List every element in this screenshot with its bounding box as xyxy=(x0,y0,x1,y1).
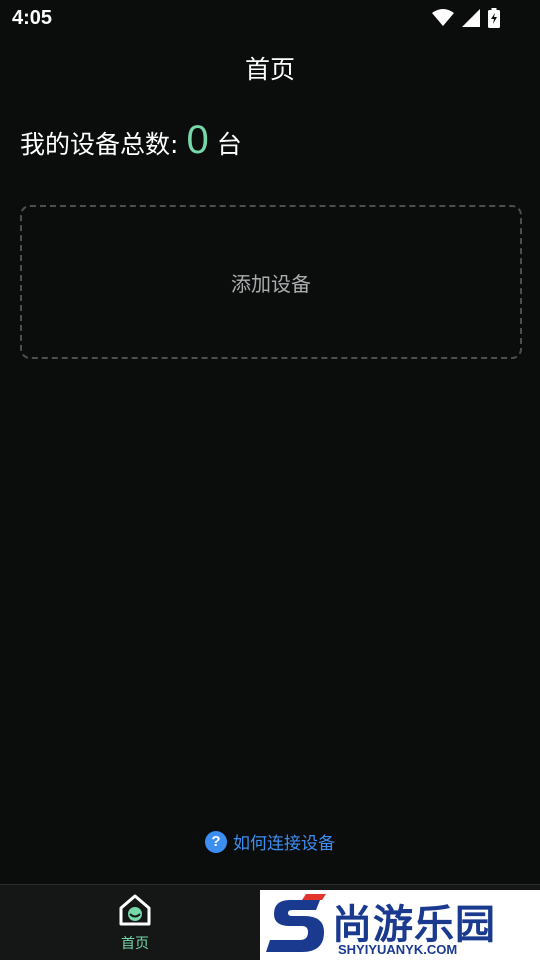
add-device-label: 添加设备 xyxy=(231,271,311,296)
signal-icon xyxy=(462,9,480,27)
nav-item-home[interactable]: 首页 xyxy=(100,893,170,957)
nav-item-home-label: 首页 xyxy=(121,936,149,952)
status-icons xyxy=(432,7,500,29)
status-time: 4:05 xyxy=(12,7,53,29)
home-icon xyxy=(117,893,153,931)
battery-charging-icon xyxy=(488,8,500,28)
home-screen: 4:05 首页 我的设备总数: 0 台 添加设备 ? 如何连接设备 首页 尚游乐… xyxy=(0,0,540,960)
device-count-label: 我的设备总数: xyxy=(20,130,179,159)
device-count-unit: 台 xyxy=(216,130,242,159)
add-device-button[interactable]: 添加设备 xyxy=(20,205,522,359)
watermark: 尚游乐园 SHYIYUANYK.COM xyxy=(260,890,540,960)
watermark-url: SHYIYUANYK.COM xyxy=(338,942,458,957)
wifi-icon xyxy=(432,9,454,27)
page-title: 首页 xyxy=(244,55,295,84)
question-icon: ? xyxy=(205,830,227,853)
device-count-summary: 我的设备总数: 0 台 xyxy=(20,118,242,163)
how-to-connect-label: 如何连接设备 xyxy=(233,834,335,854)
status-bar: 4:05 xyxy=(0,0,540,38)
device-count-value: 0 xyxy=(186,118,209,162)
how-to-connect-link[interactable]: ? 如何连接设备 xyxy=(0,829,540,854)
